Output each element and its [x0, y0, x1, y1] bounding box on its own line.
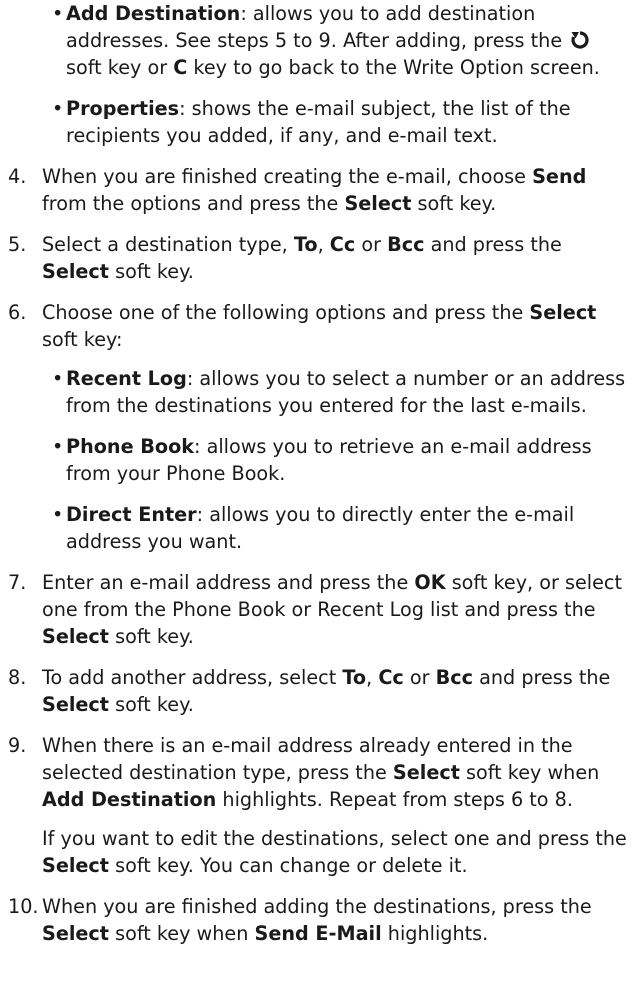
bullet-dot: • [52, 435, 64, 458]
list-item: • Direct Enter: allows you to directly e… [52, 503, 575, 553]
manual-page: • Add Destination: allows you to add des… [0, 0, 639, 981]
step-4: 4. When you are finished creating the e-… [8, 165, 587, 215]
step-9-note: If you want to edit the destinations, se… [42, 827, 627, 877]
destination-options-list: • Recent Log: allows you to select a num… [8, 365, 631, 555]
step-6: 6. Choose one of the following options a… [8, 299, 631, 555]
step-10: 10. When you are finished adding the des… [8, 895, 592, 945]
write-options-list: • Add Destination: allows you to add des… [8, 0, 631, 149]
back-arrow-icon [571, 31, 589, 49]
list-item: • Properties: shows the e-mail subject, … [52, 97, 571, 147]
bullet-dot: • [52, 97, 64, 120]
step-9: 9. When there is an e-mail address alrea… [8, 732, 631, 879]
step-8: 8. To add another address, select To, Cc… [8, 666, 611, 716]
term: Add Destination [66, 2, 241, 25]
bullet-dot: • [52, 367, 64, 390]
list-item: • Add Destination: allows you to add des… [52, 2, 600, 79]
list-item: • Recent Log: allows you to select a num… [52, 367, 626, 417]
bullet-dot: • [52, 2, 64, 25]
step-7: 7. Enter an e-mail address and press the… [8, 571, 622, 648]
step-5: 5. Select a destination type, To, Cc or … [8, 233, 562, 283]
term: Properties [66, 97, 180, 120]
bullet-dot: • [52, 503, 64, 526]
list-item: • Phone Book: allows you to retrieve an … [52, 435, 592, 485]
